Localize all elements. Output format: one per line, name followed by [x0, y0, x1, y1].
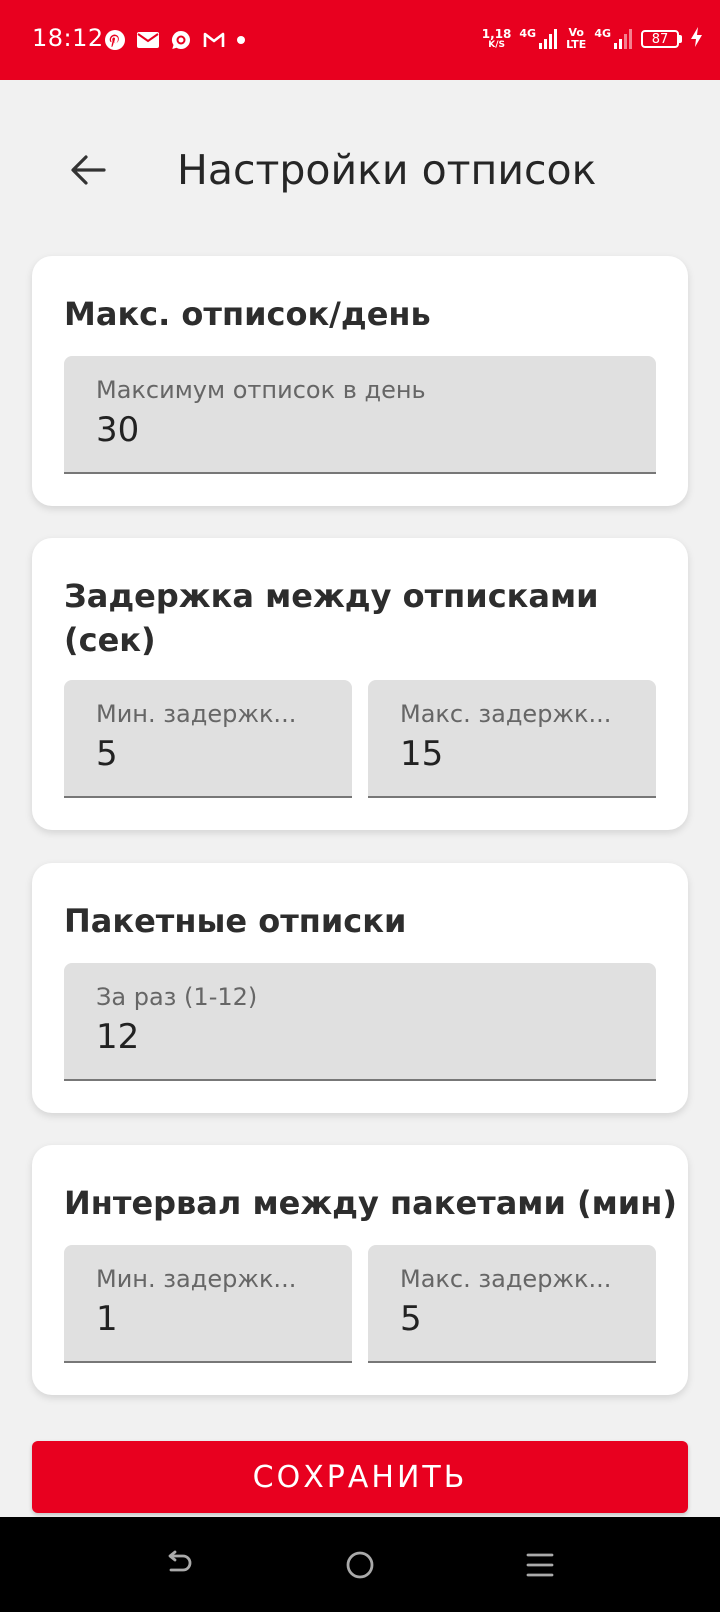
card-batch: Пакетные отписки За раз (1-12) 12: [32, 863, 688, 1113]
field-label: Максимум отписок в день: [96, 376, 426, 404]
card-max-per-day: Макс. отписок/день Максимум отписок в де…: [32, 256, 688, 506]
back-button[interactable]: [56, 142, 120, 198]
save-button[interactable]: СОХРАНИТЬ: [32, 1441, 688, 1513]
nav-home-button[interactable]: [340, 1545, 380, 1585]
battery-icon: 87: [641, 30, 682, 48]
arrow-left-icon: [71, 155, 106, 185]
field-label: Макс. задержк...: [400, 1265, 612, 1293]
field-label: Макс. задержк...: [400, 700, 612, 728]
card-delay: Задержка между отписками (сек) Мин. заде…: [32, 538, 688, 830]
field-value: 5: [96, 734, 118, 774]
charging-icon: [690, 26, 704, 52]
field-value: 30: [96, 410, 140, 450]
card-title: Пакетные отписки: [64, 902, 407, 940]
signal-bars-icon: [614, 29, 632, 49]
dot-icon: [236, 35, 246, 45]
card-interval: Интервал между пакетами (мин) Мин. задер…: [32, 1145, 688, 1395]
field-value: 12: [96, 1017, 140, 1057]
card-title: Интервал между пакетами (мин): [64, 1184, 677, 1222]
card-title: Задержка между отписками (сек): [64, 577, 599, 659]
signal-bars-icon: [539, 29, 558, 49]
field-label: Мин. задержк...: [96, 700, 297, 728]
menu-lines-icon: [526, 1553, 554, 1577]
card-title: Макс. отписок/день: [64, 295, 431, 333]
page-header: Настройки отписок: [0, 120, 720, 220]
page-title: Настройки отписок: [177, 146, 597, 194]
notification-icons: [104, 28, 246, 52]
max-delay-field[interactable]: Макс. задержк... 15: [368, 680, 656, 798]
min-delay-field[interactable]: Мин. задержк... 5: [64, 680, 352, 798]
field-value: 1: [96, 1299, 118, 1339]
max-per-day-field[interactable]: Максимум отписок в день 30: [64, 356, 656, 474]
sim1-signal: 4G: [519, 28, 558, 50]
mail-icon: [136, 30, 160, 50]
volte-indicator: Vo LTE: [566, 26, 587, 51]
system-nav-bar: [0, 1517, 720, 1612]
home-circle-icon: [346, 1551, 374, 1579]
messenger-icon: [170, 29, 192, 51]
sim2-signal: 4G: [594, 28, 633, 50]
field-label: За раз (1-12): [96, 983, 258, 1011]
status-bar: 18:12 1,18 K/S 4G Vo LTE 4G 87: [0, 0, 720, 80]
nav-back-button[interactable]: [160, 1545, 200, 1585]
back-gesture-icon: [168, 1550, 192, 1572]
batch-size-field[interactable]: За раз (1-12) 12: [64, 963, 656, 1081]
status-time: 18:12: [32, 24, 104, 52]
pinterest-icon: [104, 29, 126, 51]
field-label: Мин. задержк...: [96, 1265, 297, 1293]
min-interval-field[interactable]: Мин. задержк... 1: [64, 1245, 352, 1363]
status-indicators: 1,18 K/S 4G Vo LTE 4G 87: [482, 22, 704, 56]
network-speed: 1,18 K/S: [481, 27, 512, 50]
gmail-icon: [202, 30, 226, 50]
field-value: 5: [400, 1299, 422, 1339]
max-interval-field[interactable]: Макс. задержк... 5: [368, 1245, 656, 1363]
nav-recents-button[interactable]: [520, 1545, 560, 1585]
field-value: 15: [400, 734, 444, 774]
